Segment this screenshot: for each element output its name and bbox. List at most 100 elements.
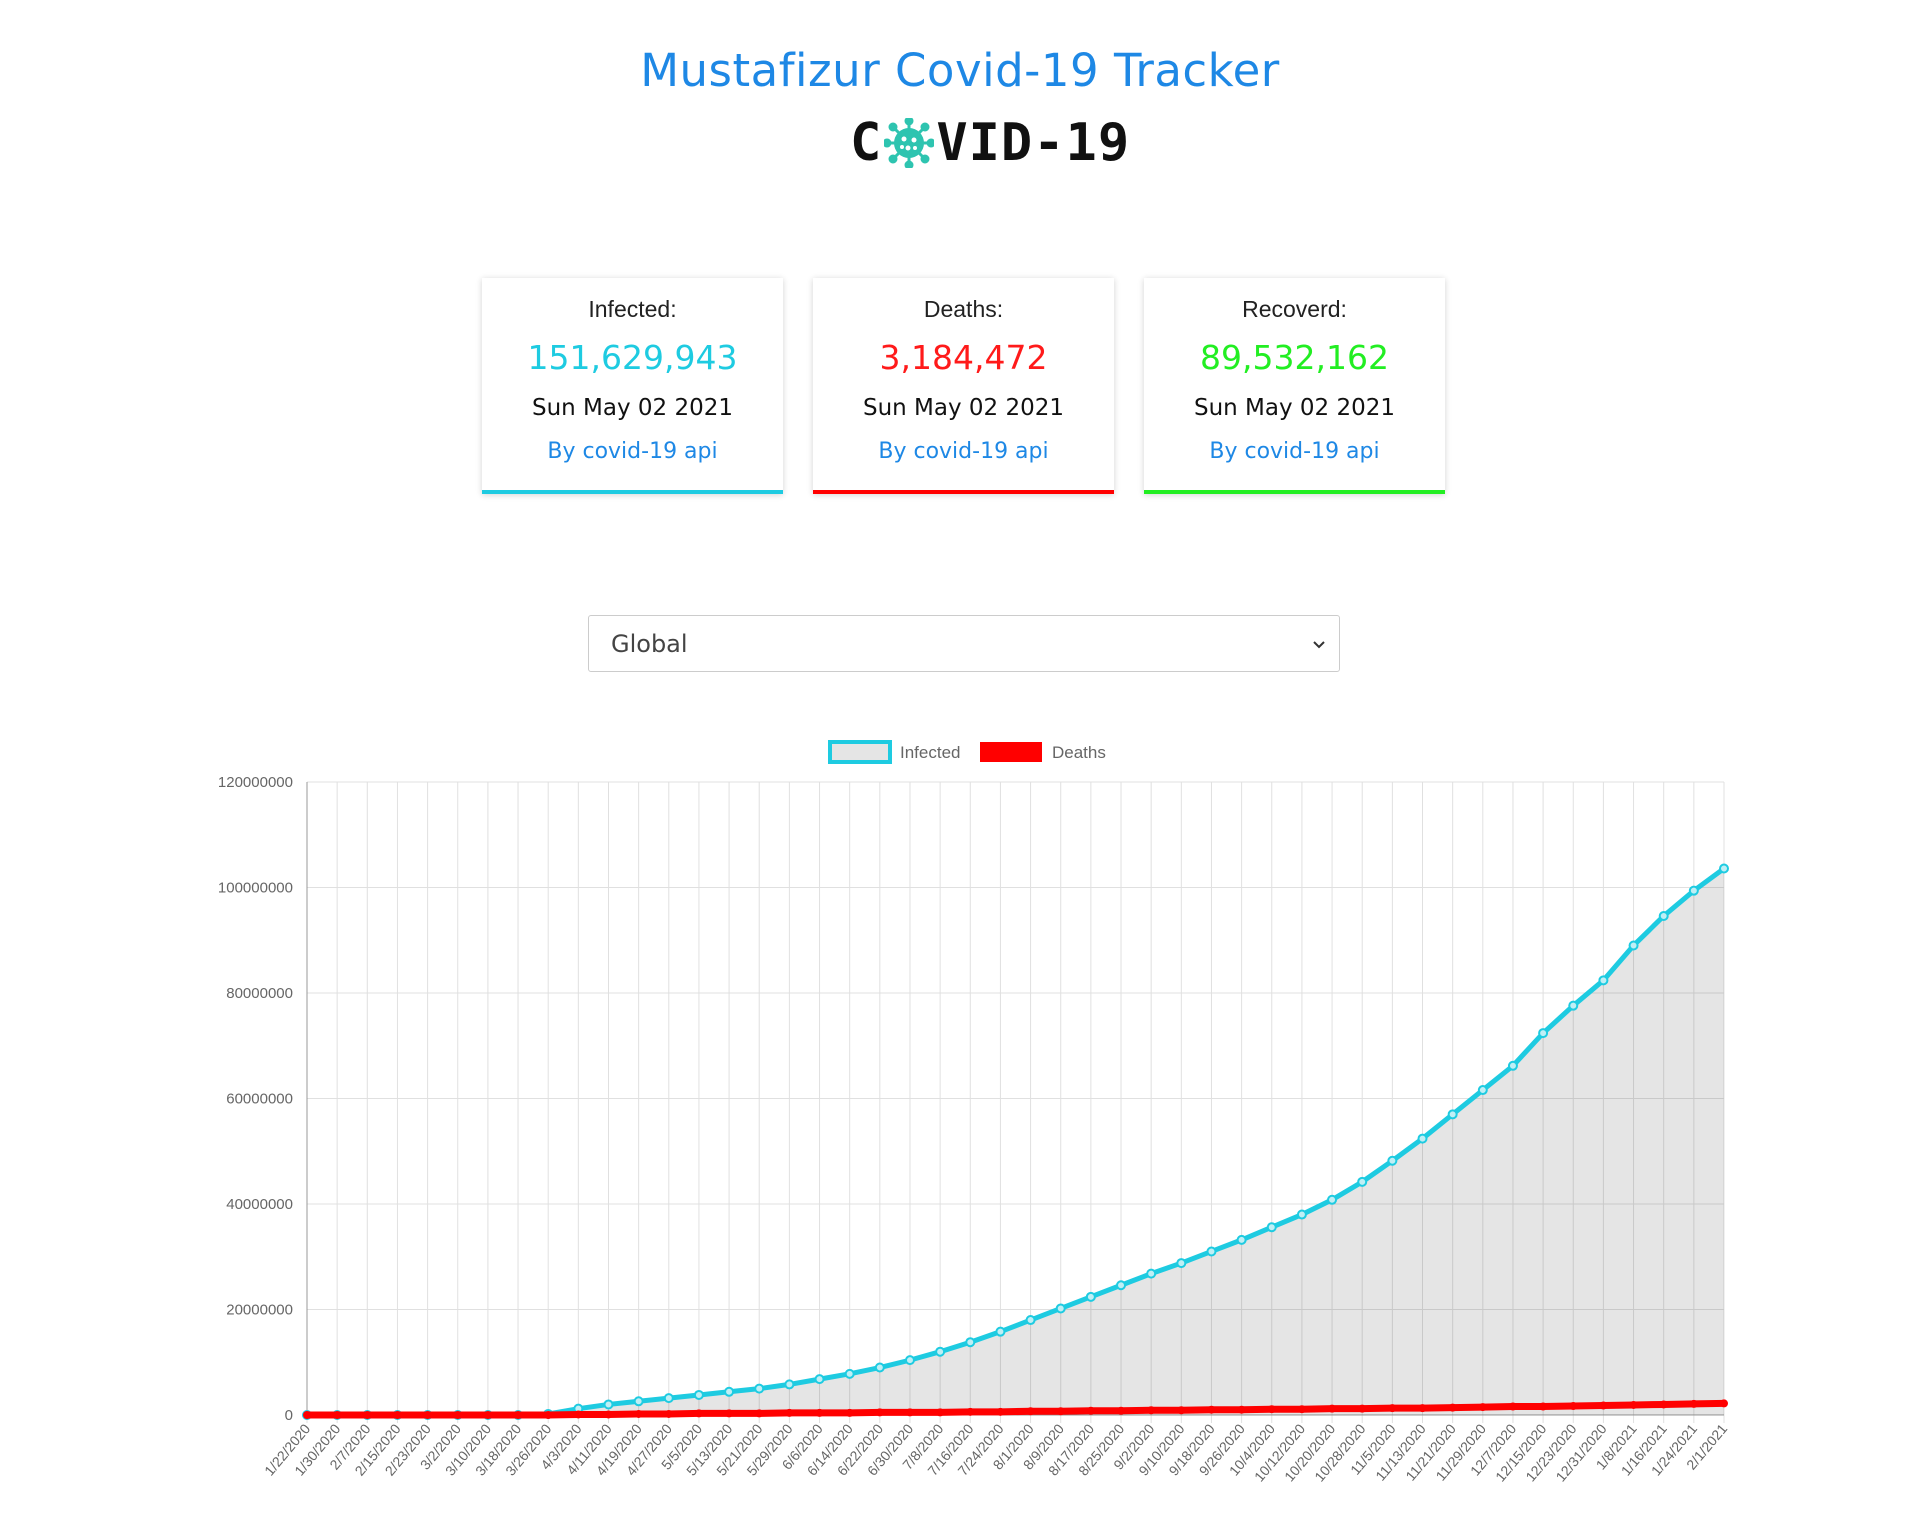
- country-select[interactable]: Global: [588, 615, 1340, 672]
- deaths-point: [1448, 1403, 1457, 1412]
- y-tick-label: 20000000: [226, 1302, 293, 1319]
- deaths-point: [936, 1408, 945, 1417]
- deaths-point: [1237, 1405, 1246, 1414]
- deaths-point: [664, 1409, 673, 1418]
- infected-area: [307, 868, 1724, 1415]
- card-value: 151,629,943: [527, 338, 738, 377]
- infected-point: [1417, 1133, 1428, 1144]
- deaths-point: [1086, 1406, 1095, 1415]
- infected-point: [1507, 1060, 1518, 1071]
- deaths-point: [1599, 1401, 1608, 1410]
- deaths-point: [785, 1408, 794, 1417]
- deaths-point: [1026, 1407, 1035, 1416]
- cases-chart: 0 20000000 40000000 60000000 80000000 1000000…: [218, 740, 1730, 1485]
- deaths-point: [544, 1411, 553, 1419]
- infected-point: [1477, 1085, 1488, 1096]
- virus-icon: [884, 118, 935, 168]
- chevron-down-icon: [1313, 640, 1325, 648]
- infected-point: [1146, 1268, 1157, 1279]
- deaths-point: [423, 1411, 432, 1419]
- deaths-point: [333, 1411, 342, 1419]
- card-label: Deaths:: [923, 296, 1004, 322]
- infected-point: [1658, 910, 1669, 921]
- deaths-point: [1508, 1402, 1517, 1411]
- page-title: Mustafizur Covid-19 Tracker: [640, 44, 1280, 97]
- y-tick-label: 100000000: [218, 880, 293, 897]
- deaths-point: [1689, 1399, 1698, 1408]
- card-value: 3,184,472: [879, 338, 1048, 377]
- y-tick-label: 80000000: [226, 985, 293, 1002]
- deaths-point: [1720, 1399, 1728, 1408]
- infected-point: [1568, 1000, 1579, 1011]
- y-tick-label: 0: [285, 1407, 293, 1424]
- infected-point: [1688, 885, 1699, 896]
- deaths-point: [694, 1409, 703, 1418]
- deaths-point: [634, 1409, 643, 1418]
- infected-point: [1266, 1222, 1277, 1233]
- infected-point: [874, 1362, 885, 1373]
- infected-point: [1719, 863, 1729, 874]
- deaths-point: [1147, 1406, 1156, 1415]
- infected-point: [633, 1396, 644, 1407]
- card-source: By covid-19 api: [547, 439, 718, 464]
- deaths-point: [1388, 1404, 1397, 1413]
- infected-point: [814, 1374, 825, 1385]
- logo-text-right: VID-19: [936, 113, 1131, 173]
- infected-point: [935, 1346, 946, 1357]
- infected-point: [1357, 1176, 1368, 1187]
- infected-point: [603, 1399, 614, 1410]
- infected-point: [784, 1379, 795, 1390]
- infected-point: [1176, 1258, 1187, 1269]
- legend-infected-swatch: [828, 740, 892, 764]
- deaths-point: [1207, 1405, 1216, 1414]
- infected-point: [1447, 1109, 1458, 1120]
- deaths-point: [574, 1410, 583, 1419]
- card-value: 89,532,162: [1200, 338, 1389, 377]
- infected-point: [1538, 1028, 1549, 1039]
- deaths-point: [1569, 1402, 1578, 1411]
- infected-point: [754, 1383, 765, 1394]
- deaths-point: [905, 1408, 914, 1417]
- card-source: By covid-19 api: [1209, 439, 1380, 464]
- deaths-point: [1328, 1404, 1337, 1413]
- infected-point: [1327, 1194, 1338, 1205]
- deaths-point: [875, 1408, 884, 1417]
- infected-point: [1055, 1303, 1066, 1314]
- y-tick-label: 60000000: [226, 1091, 293, 1108]
- deaths-point: [815, 1408, 824, 1417]
- infected-point: [1236, 1234, 1247, 1245]
- deaths-point: [483, 1411, 492, 1419]
- card-label: Recoverd:: [1242, 296, 1347, 322]
- deaths-point: [1297, 1405, 1306, 1414]
- infected-point: [1085, 1291, 1096, 1302]
- deaths-point: [1478, 1403, 1487, 1412]
- infected-point: [1025, 1315, 1036, 1326]
- deaths-point: [1056, 1407, 1065, 1416]
- stats-cards: Infected: 151,629,943 Sun May 02 2021 By…: [482, 278, 1445, 494]
- deaths-point: [1117, 1406, 1126, 1415]
- logo-text-left: C: [850, 113, 883, 173]
- legend-deaths-swatch: [980, 742, 1042, 762]
- deaths-point: [1418, 1404, 1427, 1413]
- deaths-point: [996, 1407, 1005, 1416]
- deaths-point: [1267, 1405, 1276, 1414]
- infected-point: [995, 1326, 1006, 1337]
- y-tick-label: 40000000: [226, 1196, 293, 1213]
- deaths-point: [1629, 1400, 1638, 1409]
- card-label: Infected:: [588, 296, 677, 322]
- infected-point: [1296, 1209, 1307, 1220]
- country-select-value: Global: [611, 629, 688, 658]
- deaths-point: [1539, 1402, 1548, 1411]
- legend-deaths-label: Deaths: [1052, 743, 1106, 762]
- card-date: Sun May 02 2021: [862, 395, 1065, 421]
- infected-point: [844, 1368, 855, 1379]
- deaths-point: [725, 1409, 734, 1418]
- deaths-point: [393, 1411, 402, 1419]
- y-tick-label: 120000000: [218, 774, 293, 791]
- deaths-point: [363, 1411, 372, 1419]
- deaths-point: [755, 1409, 764, 1418]
- deaths-point: [303, 1411, 311, 1419]
- deaths-point: [1177, 1406, 1186, 1415]
- recovered-card: Recoverd: 89,532,162 Sun May 02 2021 By …: [1144, 278, 1445, 494]
- infected-point: [904, 1355, 915, 1366]
